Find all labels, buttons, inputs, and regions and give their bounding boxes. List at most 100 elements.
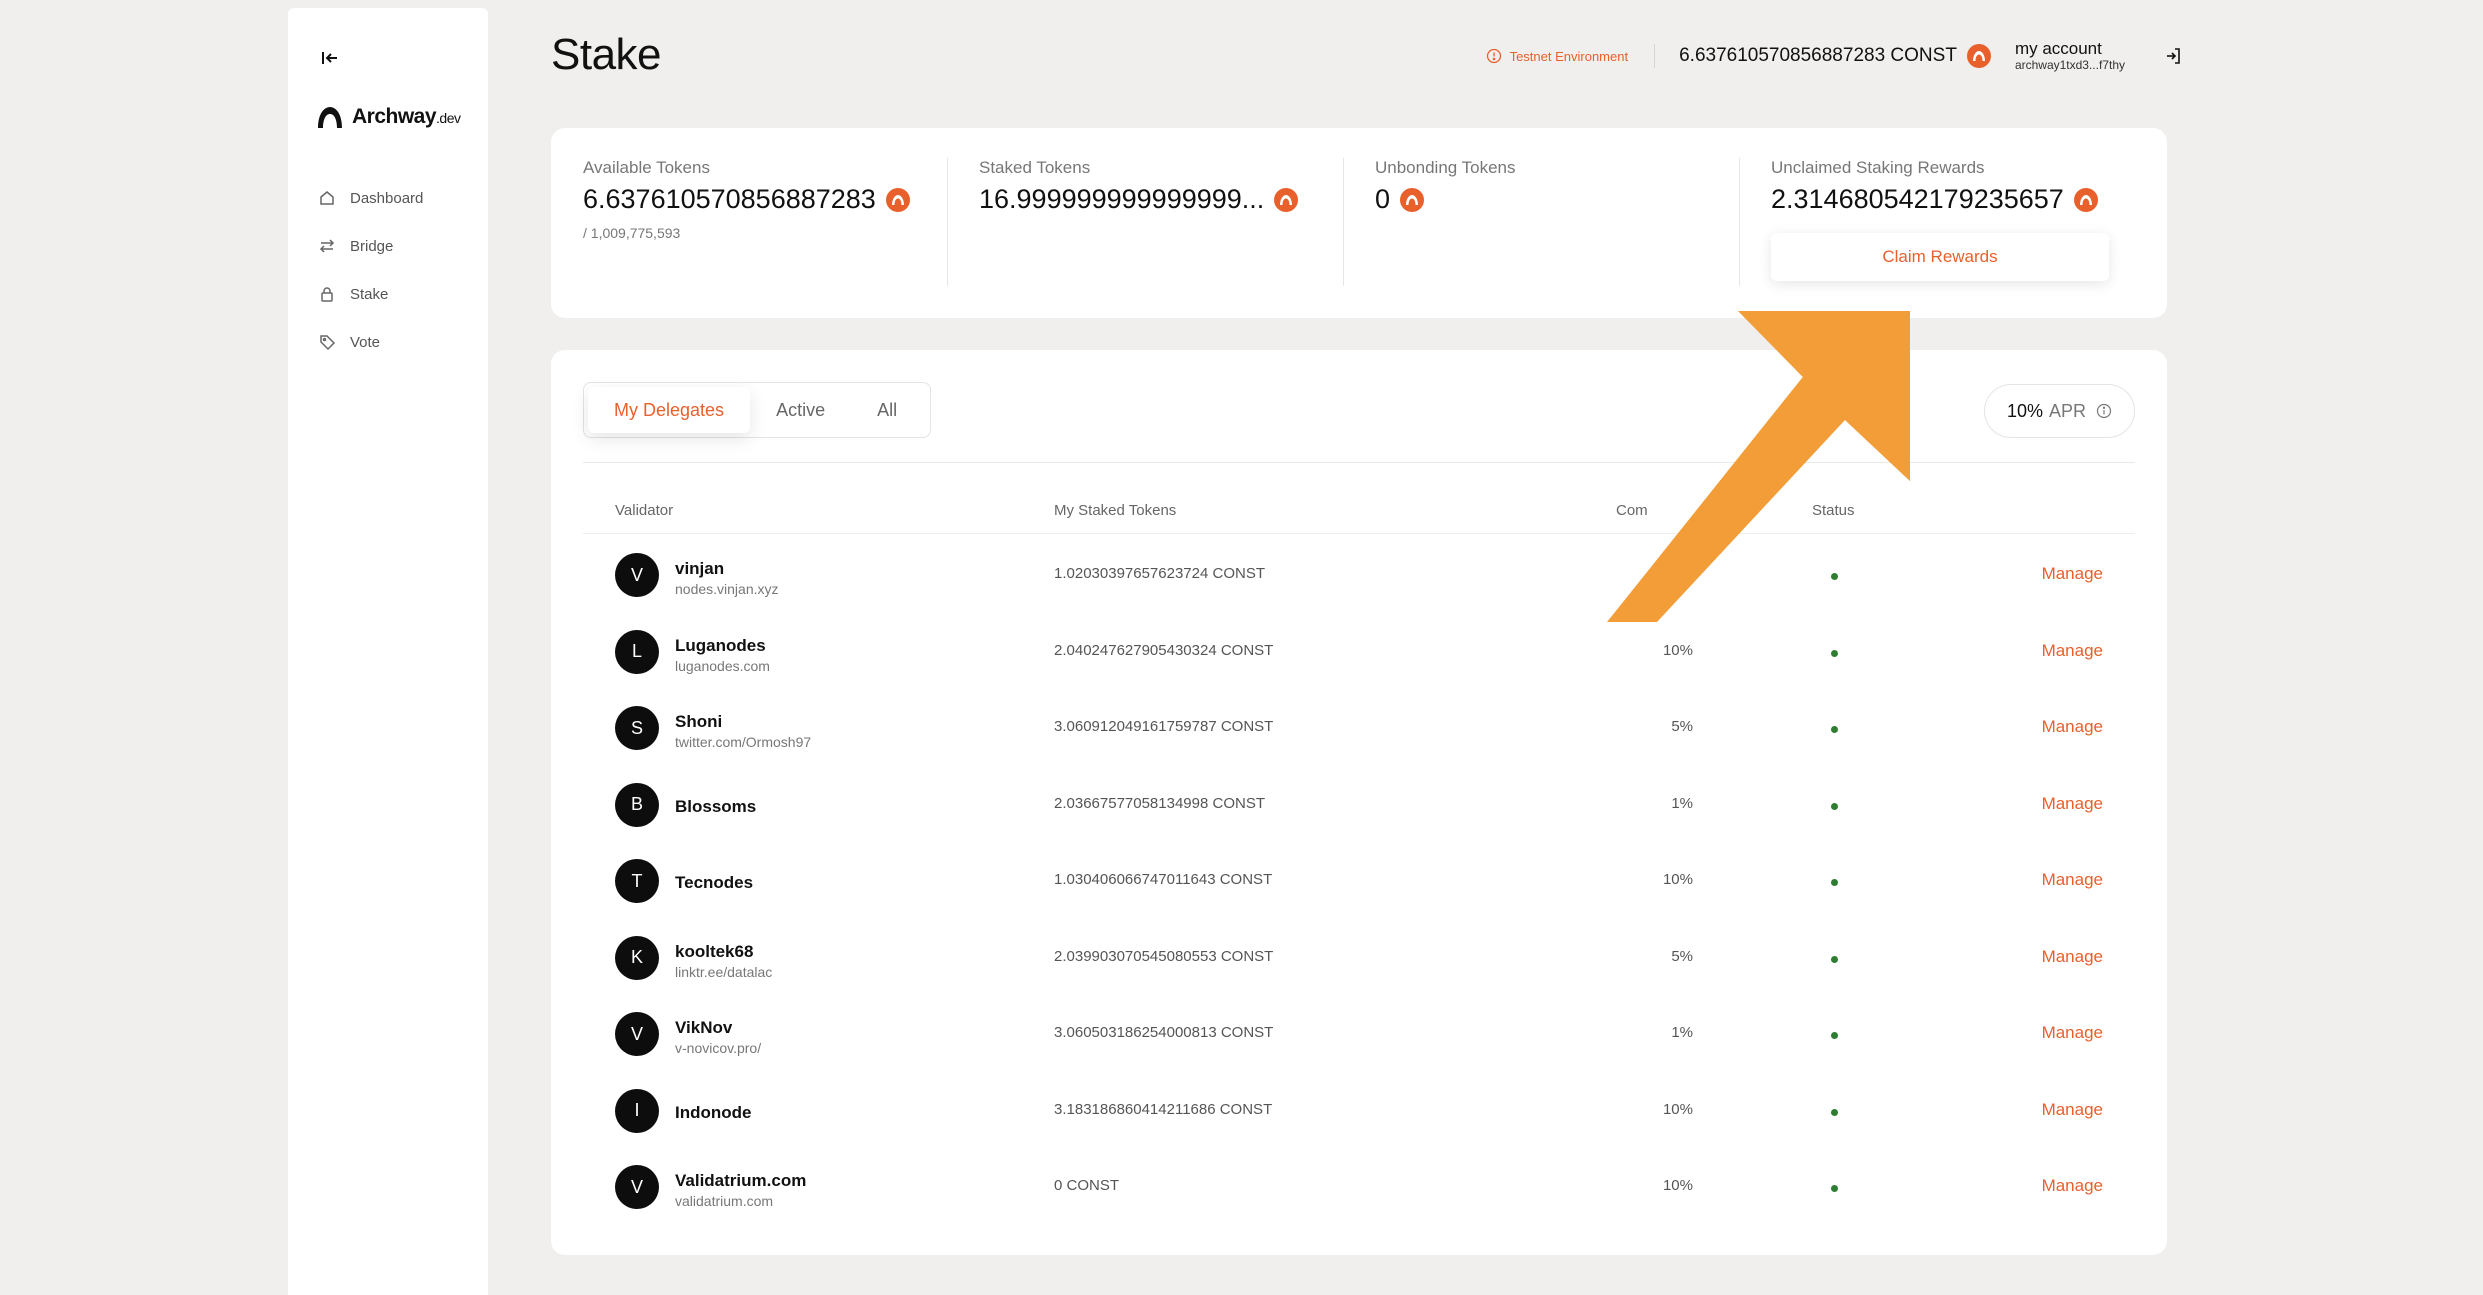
validator-name[interactable]: Blossoms (675, 797, 756, 817)
staked-tokens-value: 16.999999999999999... (979, 184, 1323, 215)
staked-amount: 1.030406066747011643 CONST (1054, 871, 1273, 888)
sidebar-item-vote[interactable]: Vote (318, 318, 423, 366)
manage-button[interactable]: Manage (2042, 794, 2103, 814)
arrows-swap-icon (319, 239, 335, 253)
archway-logo-icon (318, 107, 342, 128)
const-token-icon (1274, 187, 1299, 212)
validator-website: twitter.com/Ormosh97 (675, 734, 812, 750)
validator-website: v-novicov.pro/ (675, 1040, 762, 1056)
manage-button[interactable]: Manage (2042, 641, 2103, 661)
commission-value: 5% (1671, 947, 1693, 965)
validator-name[interactable]: Indonode (675, 1103, 751, 1123)
status-active-indicator (1831, 573, 1838, 580)
validators-card: My Delegates Active All 10% APR Validato… (551, 350, 2167, 1255)
commission-value: 10% (1662, 1100, 1693, 1118)
commission-value: 1% (1671, 1024, 1693, 1041)
manage-button[interactable]: Manage (2042, 870, 2103, 890)
commission-value: 10% (1662, 871, 1693, 888)
status-active-indicator (1831, 955, 1838, 963)
status-active-indicator (1831, 1185, 1838, 1192)
stake-page: Archway.dev Dashboard Bridge Stake Vote … (0, 0, 2483, 1295)
account-name: my account (2014, 39, 2102, 59)
alert-circle-icon (1486, 48, 1501, 64)
validator-avatar: V (615, 1165, 659, 1209)
validator-name[interactable]: Tecnodes (675, 873, 753, 893)
apr-value: 10% (2006, 400, 2043, 421)
validator-website: luganodes.com (675, 657, 770, 674)
status-active-indicator (1831, 726, 1838, 733)
validator-name[interactable]: vinjan (675, 559, 724, 579)
sidebar-item-bridge[interactable]: Bridge (318, 222, 423, 270)
validator-name[interactable]: Luganodes (675, 636, 766, 656)
table-row: B Blossoms 2.03667577058134998 CONST 1% Mana… (615, 767, 2103, 844)
validator-table-body: Vvinjan nodes.vinjan.xyz 1.020303976576237… (615, 537, 2103, 1226)
const-token-icon (1966, 44, 1991, 68)
staked-amount: 1.02030397657623724 CONST (1054, 565, 1265, 582)
wallet-balance: 6.637610570856887283 CONST (1679, 44, 1991, 68)
validator-name[interactable]: VikNov (675, 1018, 732, 1038)
testnet-label: Testnet Environment (1509, 48, 1629, 64)
collapse-sidebar-icon[interactable] (318, 46, 342, 70)
validator-avatar: B (615, 782, 659, 827)
status-active-indicator (1831, 649, 1838, 657)
header-divider (1654, 44, 1656, 68)
sidebar-nav: Dashboard Bridge Stake Vote (318, 174, 423, 366)
commission-value: 10% (1662, 641, 1693, 659)
validator-website: linktr.ee/datalac (675, 963, 773, 980)
table-row: I Indonode 3.183186860414211686 CONST 10% Ma… (615, 1073, 2103, 1150)
tab-active[interactable]: Active (750, 387, 851, 433)
testnet-badge: Testnet Environment (1486, 48, 1655, 64)
available-tokens-total: / 1,009,775,593 (583, 225, 681, 241)
brand-name: Archway.dev (352, 105, 461, 128)
staked-amount: 2.03667577058134998 CONST (1054, 794, 1265, 812)
sidebar-item-label: Stake (350, 285, 389, 303)
commission-value: 10% (1662, 1177, 1693, 1194)
staked-amount: 3.183186860414211686 CONST (1054, 1100, 1273, 1118)
validator-name[interactable]: Shoni (675, 712, 722, 732)
manage-button[interactable]: Manage (2042, 717, 2103, 737)
header-toolbar: Testnet Environment 6.637610570856887283… (1486, 38, 2183, 74)
unbonding-tokens: Unbonding Tokens 0 (1343, 158, 1739, 288)
manage-button[interactable]: Manage (2042, 947, 2103, 967)
validator-avatar: V (615, 553, 659, 597)
staked-amount: 2.040247627905430324 CONST (1054, 641, 1274, 659)
staked-amount: 3.060912049161759787 CONST (1054, 718, 1274, 735)
staked-tokens-label: Staked Tokens (979, 158, 1091, 177)
staked-amount: 3.060503186254000813 CONST (1054, 1024, 1274, 1041)
validator-avatar: T (615, 859, 659, 903)
info-icon[interactable] (2096, 403, 2112, 419)
sidebar-item-dashboard[interactable]: Dashboard (318, 174, 423, 222)
validator-name[interactable]: Validatrium.com (675, 1171, 806, 1191)
staked-amount: 2.039903070545080553 CONST (1054, 947, 1274, 965)
const-token-icon (2073, 187, 2098, 212)
manage-button[interactable]: Manage (2042, 1023, 2103, 1043)
status-active-indicator (1831, 1032, 1838, 1039)
manage-button[interactable]: Manage (2042, 564, 2103, 584)
tag-icon (320, 335, 336, 351)
lock-icon (321, 287, 333, 302)
wallet-balance-value: 6.637610570856887283 CONST (1679, 45, 1957, 66)
token-summary-card: Available Tokens 6.637610570856887283 / … (551, 128, 2167, 318)
sidebar-item-label: Dashboard (350, 189, 424, 207)
table-row: V Validatrium.com validatrium.com 0 CONST 10… (615, 1149, 2103, 1226)
logout-icon[interactable] (2163, 46, 2183, 66)
sidebar-item-stake[interactable]: Stake (318, 270, 423, 318)
validator-avatar: K (615, 935, 659, 980)
manage-button[interactable]: Manage (2042, 1100, 2103, 1120)
column-staked: My Staked Tokens (1054, 502, 1177, 519)
validator-name[interactable]: kooltek68 (675, 942, 753, 962)
divider (583, 462, 2135, 463)
status-active-indicator (1831, 879, 1838, 886)
brand-logo[interactable]: Archway.dev (316, 104, 461, 130)
unclaimed-rewards: Unclaimed Staking Rewards 2.314680542179… (1739, 158, 2135, 288)
column-commission: Com (1616, 502, 1648, 519)
manage-button[interactable]: Manage (2042, 1176, 2103, 1196)
claim-rewards-button[interactable]: Claim Rewards (1771, 233, 2109, 281)
account-info[interactable]: my account archway1txd3...f7thy (2014, 39, 2125, 72)
const-token-icon (1400, 187, 1425, 212)
column-validator: Validator (615, 502, 674, 519)
staked-amount: 0 CONST (1054, 1177, 1120, 1194)
tab-all[interactable]: All (851, 387, 923, 433)
tab-my-delegates[interactable]: My Delegates (588, 387, 751, 433)
divider (583, 533, 2135, 534)
